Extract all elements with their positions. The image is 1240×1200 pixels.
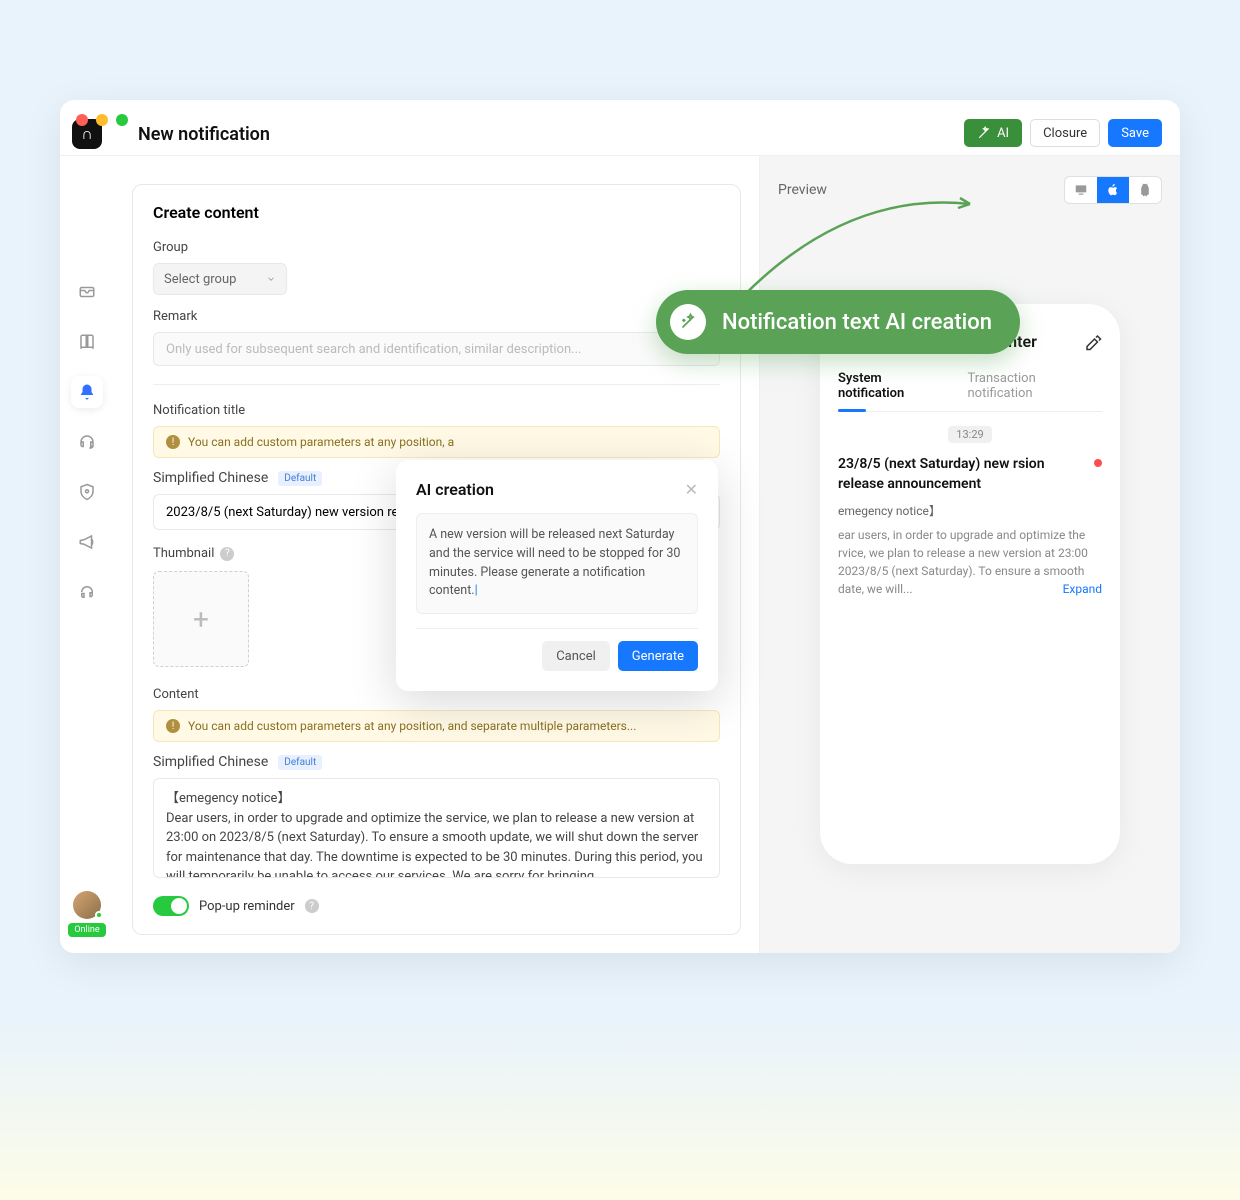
- page-title: New notification: [138, 124, 270, 145]
- avatar: [73, 891, 101, 919]
- user-avatar-block[interactable]: Online: [68, 891, 105, 937]
- megaphone-icon: [78, 533, 96, 551]
- modal-title: AI creation: [416, 480, 494, 499]
- remark-input[interactable]: [153, 332, 720, 366]
- close-icon[interactable]: ✕: [685, 480, 698, 499]
- content-warning: ! You can add custom parameters at any p…: [153, 710, 720, 742]
- warning-icon: !: [166, 719, 180, 733]
- title-warning-text: You can add custom parameters at any pos…: [188, 435, 454, 449]
- card-title: Create content: [153, 203, 720, 222]
- cancel-button-label: Cancel: [556, 649, 596, 664]
- side-nav: Online: [60, 156, 114, 953]
- unread-dot: [1094, 459, 1102, 467]
- ai-button[interactable]: AI: [964, 119, 1022, 147]
- notification-card[interactable]: 23/8/5 (next Saturday) new rsion release…: [838, 455, 1102, 598]
- sidebar-item-support[interactable]: [71, 426, 103, 458]
- time-chip: 13:29: [948, 426, 991, 443]
- tab-system-notification[interactable]: System notification: [838, 371, 949, 411]
- thumbnail-label: Thumbnail: [153, 546, 214, 561]
- tab-transaction-notification[interactable]: Transaction notification: [967, 371, 1102, 411]
- preview-label: Preview: [778, 182, 827, 198]
- top-bar: ∩ New notification AI Closure Save: [60, 100, 1180, 156]
- device-desktop-tab[interactable]: [1065, 177, 1097, 203]
- closure-button-label: Closure: [1043, 126, 1087, 141]
- bell-icon: [78, 383, 96, 401]
- wand-icon: [977, 126, 991, 140]
- chevron-down-icon: [266, 274, 276, 284]
- group-select-value: Select group: [164, 272, 236, 287]
- android-icon: [1138, 183, 1152, 197]
- notif-body: ear users, in order to upgrade and optim…: [838, 526, 1102, 598]
- generate-button-label: Generate: [632, 649, 684, 664]
- sidebar-item-help[interactable]: [71, 576, 103, 608]
- sidebar-item-book[interactable]: [71, 326, 103, 358]
- maximize-window-dot[interactable]: [116, 114, 128, 126]
- device-ios-tab[interactable]: [1097, 177, 1129, 203]
- notif-subtitle: emegency notice】: [838, 502, 1102, 520]
- minimize-window-dot[interactable]: [96, 114, 108, 126]
- popup-reminder-toggle[interactable]: [153, 896, 189, 916]
- sidebar-item-inbox[interactable]: [71, 276, 103, 308]
- ai-creation-modal: AI creation ✕ A new version will be rele…: [396, 460, 718, 691]
- notif-title: 23/8/5 (next Saturday) new rsion release…: [838, 455, 1102, 494]
- warning-icon: !: [166, 435, 180, 449]
- sidebar-item-security[interactable]: [71, 476, 103, 508]
- content-textarea[interactable]: [153, 778, 720, 878]
- sidebar-item-broadcast[interactable]: [71, 526, 103, 558]
- default-tag: Default: [278, 755, 322, 770]
- content-warning-text: You can add custom parameters at any pos…: [188, 719, 636, 733]
- save-button-label: Save: [1121, 126, 1149, 141]
- notification-title-label: Notification title: [153, 403, 720, 418]
- closure-button[interactable]: Closure: [1030, 119, 1100, 147]
- group-select[interactable]: Select group: [153, 263, 287, 295]
- popup-reminder-label: Pop-up reminder: [199, 899, 295, 914]
- inbox-icon: [78, 283, 96, 301]
- cancel-button[interactable]: Cancel: [542, 641, 610, 671]
- help-icon[interactable]: ?: [305, 899, 319, 913]
- support-icon: [78, 583, 96, 601]
- remark-label: Remark: [153, 309, 720, 324]
- content-lang-label: Simplified Chinese: [153, 754, 268, 770]
- ai-creation-banner: Notification text AI creation: [656, 290, 1020, 354]
- title-lang-label: Simplified Chinese: [153, 470, 268, 486]
- presence-dot: [95, 911, 103, 919]
- device-toggle-group: [1064, 176, 1162, 204]
- thumbnail-uploader[interactable]: +: [153, 571, 249, 667]
- phone-tabs: System notification Transaction notifica…: [838, 371, 1102, 412]
- toggle-knob: [171, 898, 187, 914]
- save-button[interactable]: Save: [1108, 119, 1162, 147]
- expand-link[interactable]: Expand: [1063, 580, 1102, 598]
- window-controls: [76, 114, 128, 126]
- sidebar-item-notifications[interactable]: [71, 376, 103, 408]
- title-warning: ! You can add custom parameters at any p…: [153, 426, 720, 458]
- magic-wand-icon: [670, 304, 706, 340]
- default-tag: Default: [278, 471, 322, 486]
- ai-prompt-textarea[interactable]: A new version will be released next Satu…: [416, 513, 698, 614]
- device-android-tab[interactable]: [1129, 177, 1161, 203]
- desktop-icon: [1074, 183, 1088, 197]
- group-label: Group: [153, 240, 720, 255]
- ai-button-label: AI: [997, 126, 1009, 141]
- divider: [153, 384, 720, 385]
- plus-icon: +: [193, 603, 209, 636]
- preview-column: Preview: [760, 156, 1180, 953]
- headset-icon: [78, 433, 96, 451]
- apple-icon: [1106, 183, 1120, 197]
- shield-icon: [78, 483, 96, 501]
- close-window-dot[interactable]: [76, 114, 88, 126]
- phone-mockup: Notification Center System notification …: [820, 304, 1120, 864]
- help-icon[interactable]: ?: [220, 547, 234, 561]
- ai-banner-text: Notification text AI creation: [722, 310, 992, 335]
- status-badge: Online: [68, 923, 105, 937]
- clear-icon[interactable]: [1084, 333, 1102, 351]
- app-window: Notification text AI creation ∩ New noti…: [60, 100, 1180, 953]
- generate-button[interactable]: Generate: [618, 641, 698, 671]
- book-icon: [78, 333, 96, 351]
